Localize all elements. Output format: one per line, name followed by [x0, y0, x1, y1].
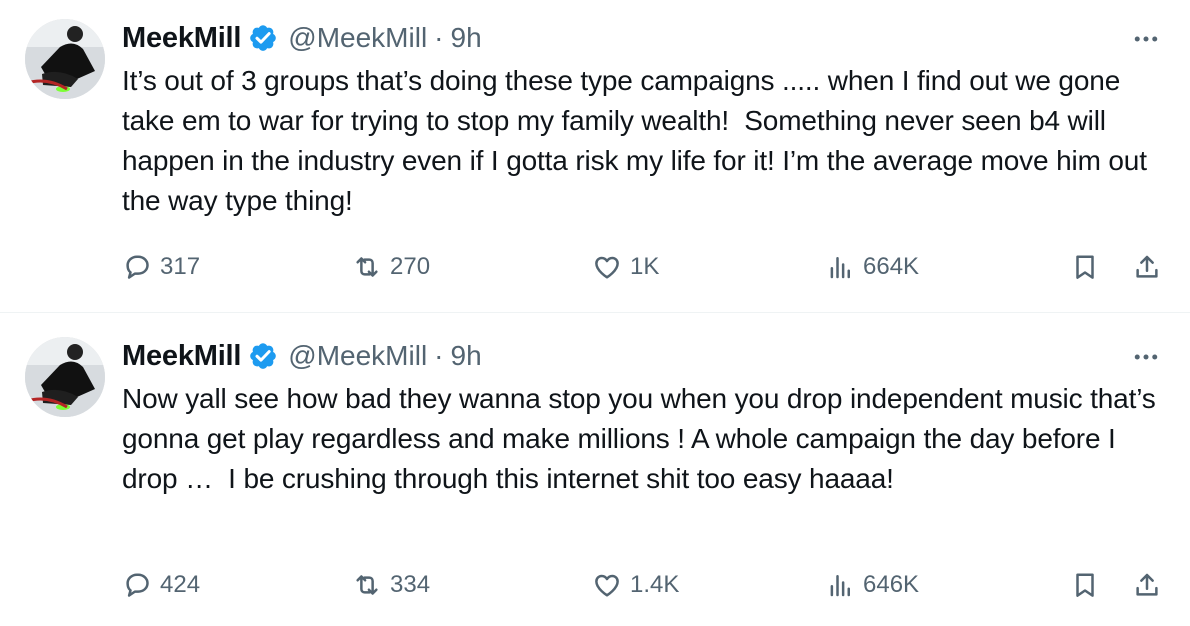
tweet-text: Now yall see how bad they wanna stop you…	[122, 383, 1164, 494]
reply-button[interactable]: 317	[122, 245, 200, 289]
like-count: 1K	[630, 253, 660, 280]
like-icon	[595, 574, 619, 597]
avatar[interactable]	[25, 337, 105, 417]
separator-dot: ·	[434, 22, 444, 53]
tweet[interactable]: MeekMill @MeekMill · 9h Now yall see how…	[0, 312, 1190, 626]
tweet-actions: 424 334 1.4K 646K	[122, 563, 1162, 607]
avatar[interactable]	[25, 19, 105, 99]
timestamp[interactable]: 9h	[451, 340, 482, 372]
share-button[interactable]	[1132, 245, 1162, 289]
views-icon	[830, 257, 850, 279]
like-button[interactable]: 1K	[592, 245, 659, 289]
timestamp[interactable]: 9h	[451, 22, 482, 54]
reply-count: 424	[160, 571, 201, 598]
tweet-feed: MeekMill @MeekMill · 9h It’s out of 3 gr…	[0, 0, 1190, 626]
repost-count: 334	[390, 571, 431, 598]
reply-icon	[126, 255, 149, 279]
tweet-header: MeekMill @MeekMill · 9h	[122, 18, 482, 58]
repost-icon	[356, 257, 378, 277]
tweet-actions: 317 270 1K 664K	[122, 245, 1162, 289]
reply-icon	[126, 573, 149, 597]
repost-icon	[356, 575, 378, 595]
share-icon	[1136, 255, 1158, 278]
views-icon	[830, 575, 850, 597]
handle[interactable]: @MeekMill	[288, 340, 427, 372]
separator-dot: ·	[434, 340, 444, 371]
reply-button[interactable]: 424	[122, 563, 200, 607]
view-count: 664K	[863, 253, 920, 280]
share-button[interactable]	[1132, 563, 1162, 607]
tweet-header: MeekMill @MeekMill · 9h	[122, 336, 482, 376]
like-button[interactable]: 1.4K	[592, 563, 679, 607]
view-count: 646K	[863, 571, 920, 598]
display-name[interactable]: MeekMill	[122, 340, 241, 373]
verified-badge-icon	[248, 23, 278, 53]
verified-badge-icon	[248, 341, 278, 371]
bookmark-button[interactable]	[1070, 245, 1100, 289]
repost-button[interactable]: 334	[352, 563, 430, 607]
tweet-text: It’s out of 3 groups that’s doing these …	[122, 65, 1155, 216]
bookmark-icon	[1076, 255, 1094, 279]
reply-count: 317	[160, 253, 201, 280]
repost-button[interactable]: 270	[352, 245, 430, 289]
tweet[interactable]: MeekMill @MeekMill · 9h It’s out of 3 gr…	[0, 0, 1190, 312]
like-count: 1.4K	[630, 571, 680, 598]
share-icon	[1136, 573, 1158, 596]
bookmark-icon	[1076, 573, 1094, 597]
views-button[interactable]: 664K	[825, 245, 919, 289]
more-icon[interactable]	[1130, 24, 1162, 54]
bookmark-button[interactable]	[1070, 563, 1100, 607]
display-name[interactable]: MeekMill	[122, 22, 241, 55]
handle[interactable]: @MeekMill	[288, 22, 427, 54]
repost-count: 270	[390, 253, 431, 280]
more-icon[interactable]	[1130, 342, 1162, 372]
views-button[interactable]: 646K	[825, 563, 919, 607]
like-icon	[595, 256, 619, 279]
